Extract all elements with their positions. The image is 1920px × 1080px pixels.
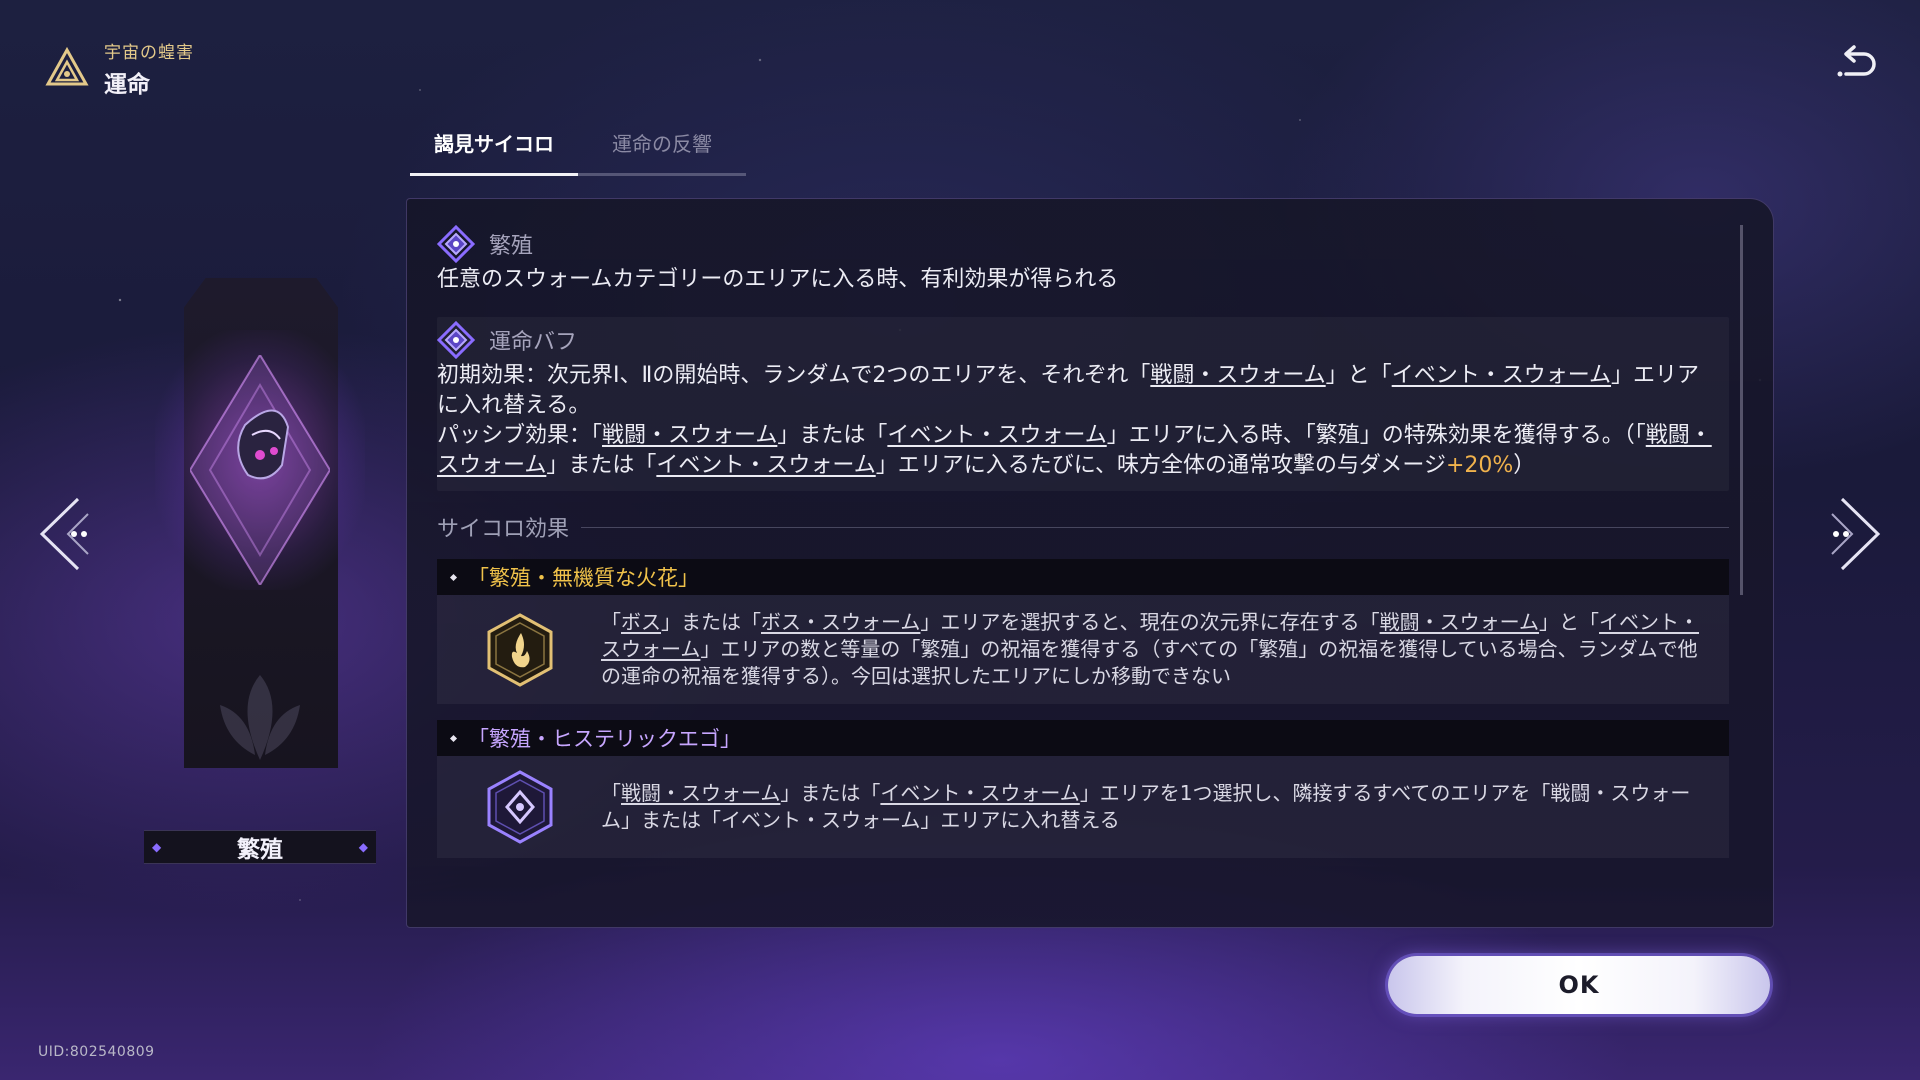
dice-crystal-icon <box>190 355 330 585</box>
ok-label: OK <box>1558 971 1600 999</box>
pillar-name-plate: ◆ 繁殖 ◆ <box>144 830 376 864</box>
dice-effect-item: 「繁殖・ヒステリックエゴ」 「戦闘・スウォーム」または「イベント・スウォーム」エ… <box>437 720 1729 858</box>
path-icon <box>437 225 475 263</box>
dice-effect-item: 「繁殖・無機質な火花」 「ボス」または「ボス・スウォーム」エリアを選択すると、現… <box>437 559 1729 704</box>
dice-effects-heading: サイコロ効果 <box>437 511 1729 543</box>
tab-bar: 謁見サイコロ 運命の反響 <box>410 128 746 176</box>
dice-effect-title: 「繁殖・無機質な火花」 <box>437 559 1729 595</box>
buff-heading: 運命バフ <box>437 319 1729 361</box>
link-event-swarm[interactable]: イベント・スウォーム <box>880 781 1079 805</box>
buff-initial-effect: 初期効果：次元界Ⅰ、Ⅱの開始時、ランダムで2つのエリアを、それぞれ「戦闘・スウォ… <box>437 363 1700 418</box>
link-combat-swarm[interactable]: 戦闘・スウォーム <box>1380 610 1539 634</box>
propagation-emblem-icon <box>220 675 300 760</box>
damage-bonus-value: +20% <box>1445 453 1514 478</box>
detail-panel[interactable]: 繁殖 任意のスウォームカテゴリーのエリアに入る時、有利効果が得られる 運命バフ … <box>406 198 1774 928</box>
dice-effect-body: 「ボス」または「ボス・スウォーム」エリアを選択すると、現在の次元界に存在する「戦… <box>437 595 1729 704</box>
bullet-icon <box>449 734 458 742</box>
buff-icon <box>437 321 475 359</box>
path-buff-section: 運命バフ 初期効果：次元界Ⅰ、Ⅱの開始時、ランダムで2つのエリアを、それぞれ「戦… <box>437 317 1729 491</box>
link-event-swarm[interactable]: イベント・スウォーム <box>887 423 1106 448</box>
dice-effect-description: 「ボス」または「ボス・スウォーム」エリアを選択すると、現在の次元界に存在する「戦… <box>601 610 1700 688</box>
link-combat-swarm[interactable]: 戦闘・スウォーム <box>602 423 777 448</box>
uid-label: UID:802540809 <box>38 1044 155 1060</box>
dice-effect-description: 「戦闘・スウォーム」または「イベント・スウォーム」エリアを1つ選択し、隣接するす… <box>601 781 1691 832</box>
header-subtitle: 宇宙の蝗害 <box>104 43 194 63</box>
ok-button[interactable]: OK <box>1388 956 1770 1014</box>
header: 宇宙の蝗害 運命 <box>44 38 194 99</box>
buff-title: 運命バフ <box>489 330 578 355</box>
buff-passive-effect: パッシブ効果：「戦闘・スウォーム」または「イベント・スウォーム」エリアに入る時、… <box>437 423 1712 478</box>
tab-path-resonance[interactable]: 運命の反響 <box>578 128 746 176</box>
link-boss[interactable]: ボス <box>621 610 661 634</box>
dice-effect-body: 「戦闘・スウォーム」または「イベント・スウォーム」エリアを1つ選択し、隣接するす… <box>437 756 1729 858</box>
back-icon[interactable] <box>1834 42 1880 88</box>
pillar-name: 繁殖 <box>237 837 283 863</box>
path-description: 任意のスウォームカテゴリーのエリアに入る時、有利効果が得られる <box>437 267 1119 292</box>
link-event-swarm[interactable]: イベント・スウォーム <box>1392 363 1611 388</box>
link-combat-swarm[interactable]: 戦闘・スウォーム <box>1150 363 1325 388</box>
link-boss-swarm[interactable]: ボス・スウォーム <box>761 610 920 634</box>
divider <box>581 526 1729 528</box>
flame-icon <box>487 612 553 687</box>
tab-audience-dice[interactable]: 謁見サイコロ <box>410 128 578 176</box>
link-event-swarm[interactable]: イベント・スウォーム <box>656 453 875 478</box>
path-icon <box>45 46 89 85</box>
prev-arrow-icon[interactable] <box>36 494 116 574</box>
page-title: 運命 <box>104 72 150 98</box>
diamond-left-icon: ◆ <box>152 840 162 854</box>
scrollbar[interactable] <box>1740 225 1743 595</box>
path-title: 繁殖 <box>489 234 534 259</box>
crest-icon <box>487 770 553 844</box>
bullet-icon <box>449 573 458 581</box>
link-combat-swarm[interactable]: 戦闘・スウォーム <box>621 781 780 805</box>
diamond-right-icon: ◆ <box>358 840 368 854</box>
path-heading: 繁殖 <box>437 223 1729 265</box>
dice-effect-title: 「繁殖・ヒステリックエゴ」 <box>437 720 1729 756</box>
next-arrow-icon[interactable] <box>1804 494 1884 574</box>
